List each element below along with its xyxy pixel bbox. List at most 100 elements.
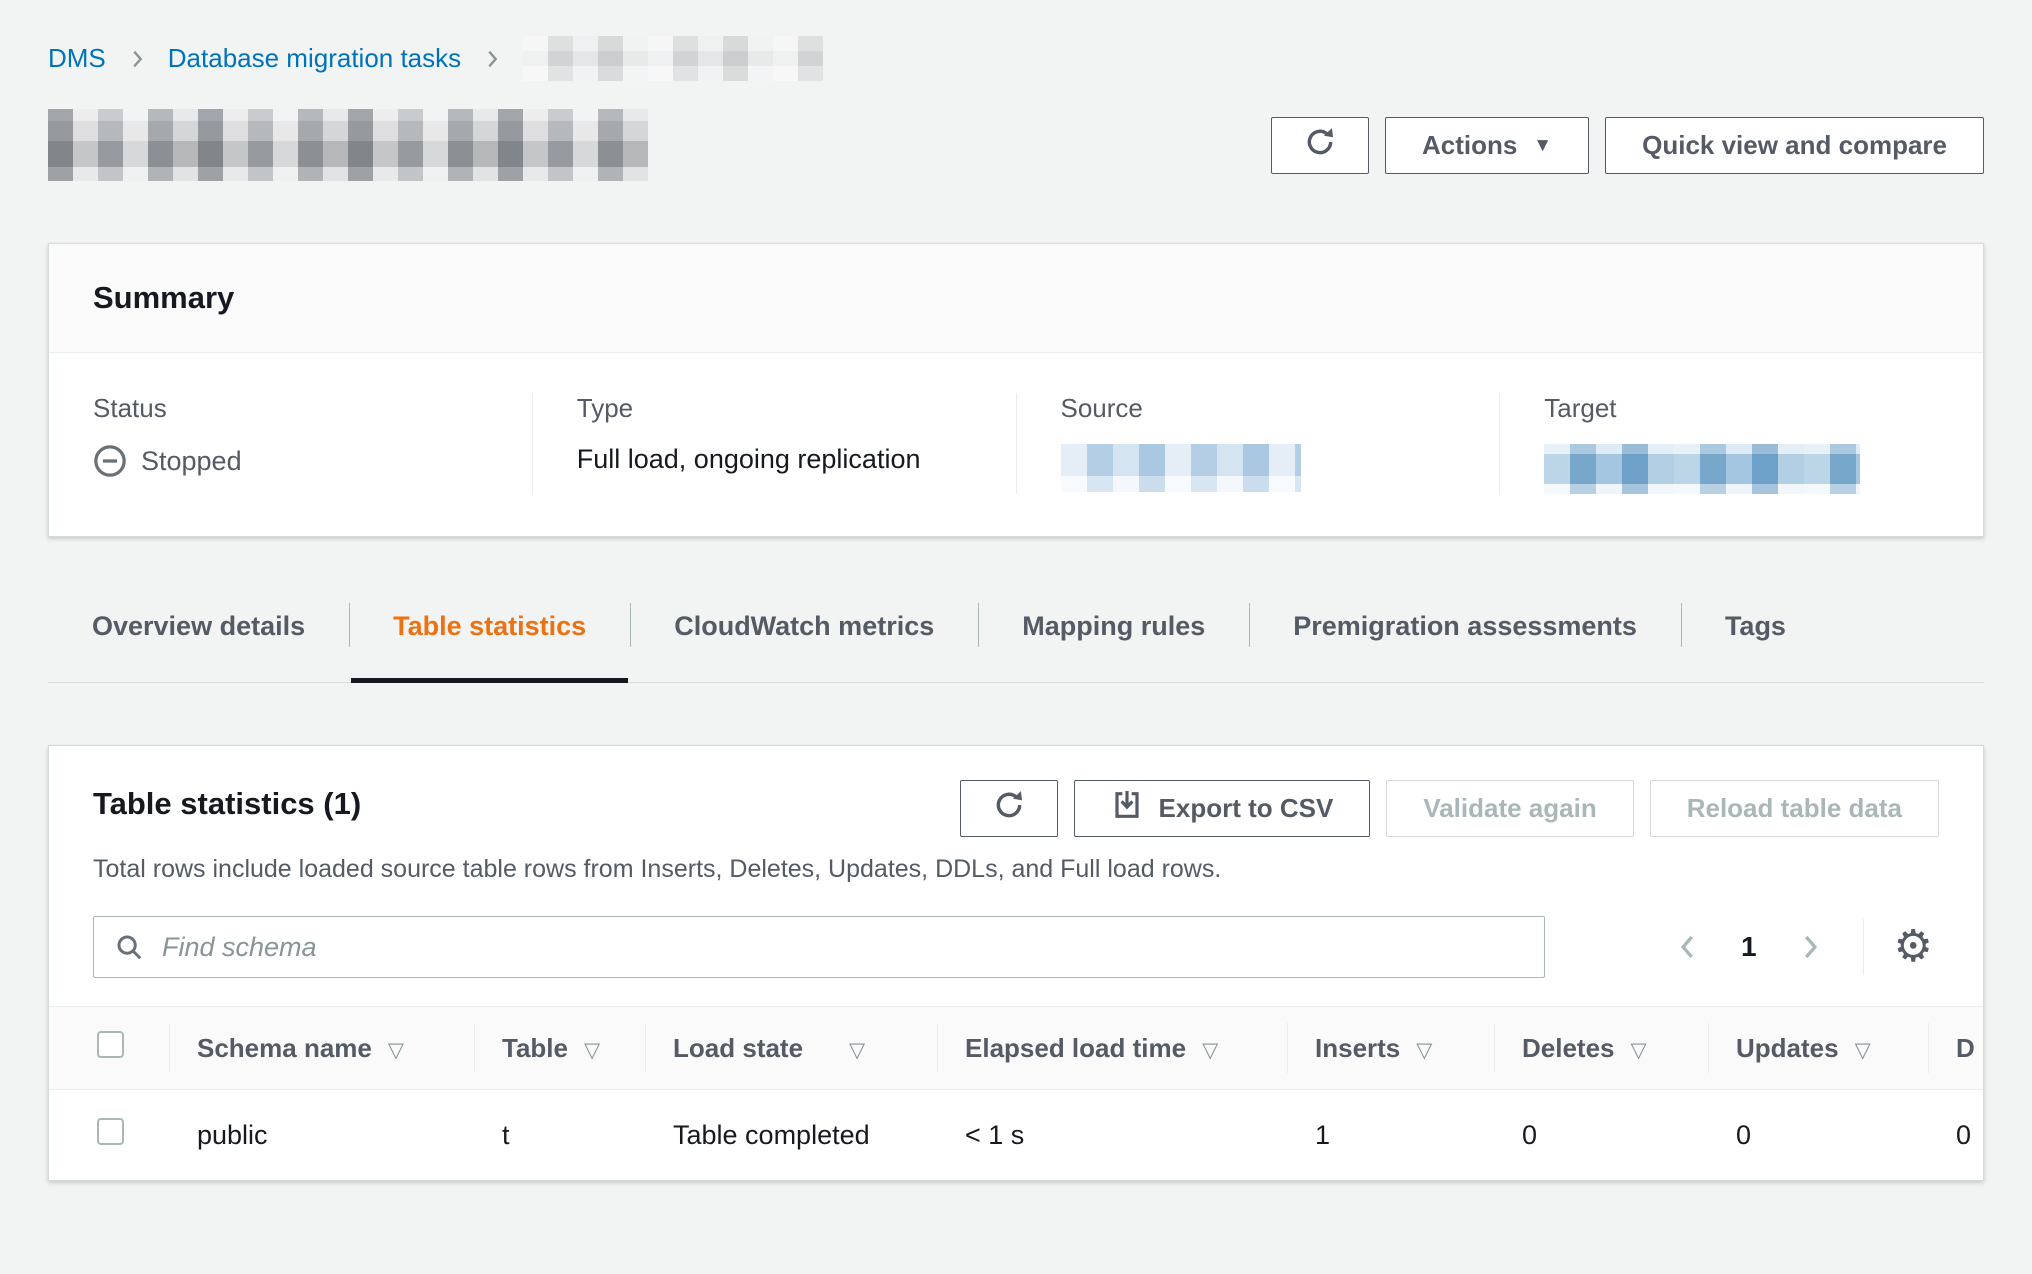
table-statistics-description: Total rows include loaded source table r… [49,837,1983,884]
chevron-down-icon: ▼ [1533,136,1552,155]
column-label: Elapsed load time [965,1033,1186,1063]
table-statistics-header: Table statistics (1) Export to CSV Valid… [49,746,1983,837]
sort-icon[interactable]: ▽ [1631,1039,1647,1062]
breadcrumb-current-redacted [523,36,823,81]
cell-schema-name: public [169,1090,474,1181]
previous-page-icon[interactable] [1665,924,1711,970]
pagination: 1 ⚙ [1665,919,1939,975]
column-header-deletes[interactable]: Deletes ▽ [1494,1007,1708,1090]
task-tabs: Overview details Table statistics CloudW… [48,601,1984,683]
target-label: Target [1544,393,1939,424]
next-page-icon[interactable] [1787,924,1833,970]
source-label: Source [1061,393,1456,424]
column-label: Inserts [1315,1033,1400,1063]
cell-ddls: 0 [1928,1090,1984,1181]
refresh-icon [1304,126,1336,165]
page-header: Actions ▼ Quick view and compare [48,109,1984,181]
sort-icon[interactable]: ▽ [1416,1039,1432,1062]
quick-view-compare-button[interactable]: Quick view and compare [1605,117,1984,174]
select-all-checkbox[interactable] [97,1031,124,1058]
tab-cloudwatch-metrics[interactable]: CloudWatch metrics [630,601,978,682]
type-label: Type [577,393,972,424]
header-actions: Actions ▼ Quick view and compare [1271,117,1984,174]
target-endpoint-redacted[interactable] [1544,444,1860,494]
tab-premigration-assessments[interactable]: Premigration assessments [1249,601,1681,682]
reload-table-data-button[interactable]: Reload table data [1650,780,1939,837]
status-text: Stopped [141,446,242,477]
table-statistics-title: Table statistics (1) [93,786,361,822]
column-label: D [1956,1033,1975,1063]
cell-table: t [474,1090,645,1181]
table-statistics-table: Schema name ▽ Table▽ Load state ▽ Elapsed … [49,1006,1984,1180]
table-row: public t Table completed < 1 s 1 0 0 0 [49,1090,1984,1181]
breadcrumb-dms-link[interactable]: DMS [48,43,106,74]
table-statistics-actions: Export to CSV Validate again Reload tabl… [960,780,1939,837]
reload-table-data-label: Reload table data [1687,793,1902,824]
cell-load-state: Table completed [645,1090,937,1181]
cell-inserts: 1 [1287,1090,1494,1181]
sort-icon[interactable]: ▽ [584,1039,600,1062]
summary-title: Summary [93,280,1939,316]
search-icon [114,932,144,962]
quick-view-compare-label: Quick view and compare [1642,130,1947,161]
refresh-icon [993,789,1025,828]
summary-status-column: Status Stopped [49,393,532,494]
column-label: Deletes [1522,1033,1615,1063]
tab-mapping-rules[interactable]: Mapping rules [978,601,1249,682]
type-value: Full load, ongoing replication [577,444,972,475]
export-to-csv-label: Export to CSV [1159,793,1334,824]
column-header-elapsed-load-time[interactable]: Elapsed load time ▽ [937,1007,1287,1090]
summary-card: Summary Status Stopped Type Full load, o… [48,243,1984,537]
table-refresh-button[interactable] [960,780,1058,837]
summary-target-column: Target [1499,393,1983,494]
pager-divider [1863,919,1864,975]
settings-gear-icon[interactable]: ⚙ [1888,925,1939,969]
column-header-inserts[interactable]: Inserts ▽ [1287,1007,1494,1090]
breadcrumb: DMS Database migration tasks [48,0,1984,81]
refresh-button[interactable] [1271,117,1369,174]
find-schema-input[interactable] [160,931,1524,964]
column-header-load-state[interactable]: Load state ▽ [645,1007,937,1090]
table-statistics-card: Table statistics (1) Export to CSV Valid… [48,745,1984,1181]
cell-updates: 0 [1708,1090,1928,1181]
actions-button[interactable]: Actions ▼ [1385,117,1589,174]
column-label: Updates [1736,1033,1839,1063]
table-controls: 1 ⚙ [49,884,1983,1006]
summary-body: Status Stopped Type Full load, ongoing r… [49,353,1983,536]
export-to-csv-button[interactable]: Export to CSV [1074,780,1371,837]
status-value: Stopped [93,444,488,478]
validate-again-label: Validate again [1423,793,1596,824]
dms-task-page: DMS Database migration tasks Actions ▼ Q… [0,0,2032,1274]
status-label: Status [93,393,488,424]
stopped-status-icon [93,444,127,478]
schema-search-box [93,916,1545,978]
breadcrumb-separator-icon [126,48,148,70]
row-checkbox[interactable] [97,1118,124,1145]
column-header-schema-name[interactable]: Schema name ▽ [169,1007,474,1090]
actions-button-label: Actions [1422,130,1517,161]
column-header-table[interactable]: Table▽ [474,1007,645,1090]
tab-overview-details[interactable]: Overview details [48,601,349,682]
column-header-ddls[interactable]: D [1928,1007,1984,1090]
summary-type-column: Type Full load, ongoing replication [532,393,1016,494]
summary-card-header: Summary [49,244,1983,353]
cell-deletes: 0 [1494,1090,1708,1181]
column-label: Load state [673,1033,803,1063]
sort-icon[interactable]: ▽ [1855,1039,1871,1062]
tab-table-statistics[interactable]: Table statistics [349,601,630,682]
sort-icon[interactable]: ▽ [388,1039,404,1062]
sort-icon[interactable]: ▽ [1202,1039,1218,1062]
sort-icon[interactable]: ▽ [849,1039,865,1062]
table-header-row: Schema name ▽ Table▽ Load state ▽ Elapsed … [49,1007,1984,1090]
task-name-redacted [48,109,648,181]
summary-source-column: Source [1016,393,1500,494]
current-page-number: 1 [1741,931,1757,963]
download-icon [1111,789,1143,828]
breadcrumb-tasks-link[interactable]: Database migration tasks [168,43,461,74]
source-endpoint-redacted[interactable] [1061,444,1301,492]
cell-elapsed-load-time: < 1 s [937,1090,1287,1181]
column-header-updates[interactable]: Updates ▽ [1708,1007,1928,1090]
tab-tags[interactable]: Tags [1681,601,1830,682]
validate-again-button[interactable]: Validate again [1386,780,1633,837]
column-label: Schema name [197,1033,372,1063]
